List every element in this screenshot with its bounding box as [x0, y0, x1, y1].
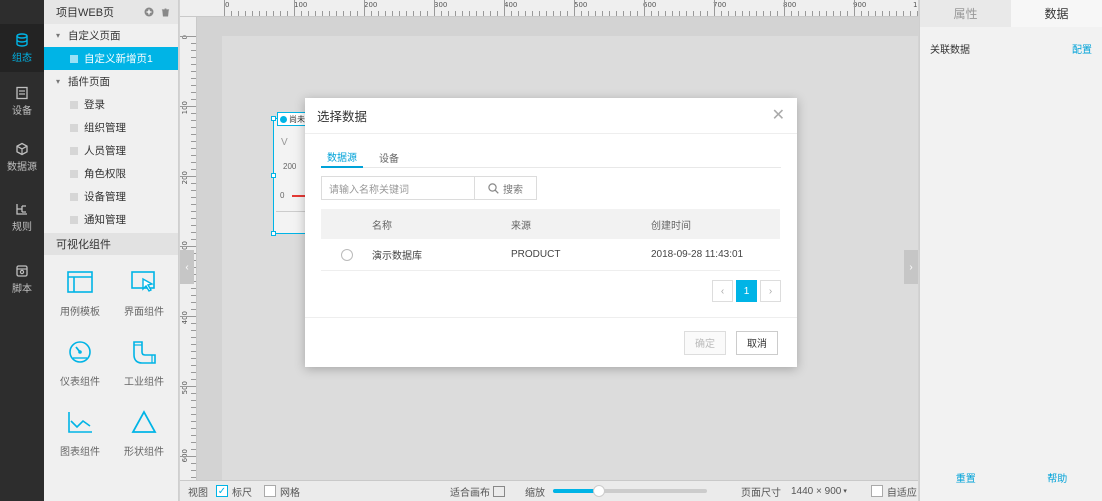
row-radio[interactable] — [340, 248, 353, 261]
cancel-button[interactable]: 取消 — [736, 330, 778, 355]
search-icon — [488, 182, 499, 194]
confirm-button[interactable]: 确定 — [684, 330, 726, 355]
chevron-right-icon: › — [768, 285, 773, 297]
search-bar: 请输入名称关键词 搜索 — [321, 176, 797, 200]
tab-device[interactable]: 设备 — [373, 146, 405, 168]
column-header-name: 名称 — [372, 220, 392, 232]
tab-datasource[interactable]: 数据源 — [321, 146, 363, 168]
close-icon[interactable]: ✕ — [772, 107, 785, 124]
dialog-tabs: 数据源 设备 — [321, 146, 781, 168]
pagination: ‹ 1 › — [305, 280, 781, 302]
next-page-button[interactable]: › — [760, 280, 781, 302]
column-header-created: 创建时间 — [651, 220, 691, 232]
page-button[interactable]: 1 — [736, 280, 757, 302]
cell-source: PRODUCT — [511, 249, 561, 260]
search-button-label: 搜索 — [503, 184, 523, 196]
dialog-title: 选择数据 — [317, 110, 368, 124]
select-data-dialog: 选择数据 ✕ 数据源 设备 请输入名称关键词 搜索 名称 来源 创建时间 演示数… — [305, 98, 797, 367]
dialog-header: 选择数据 ✕ — [305, 98, 797, 134]
prev-page-button[interactable]: ‹ — [712, 280, 733, 302]
cell-created: 2018-09-28 11:43:01 — [651, 249, 744, 260]
cell-name: 演示数据库 — [372, 251, 422, 262]
dialog-footer: 确定 取消 — [305, 317, 797, 367]
column-header-source: 来源 — [511, 220, 531, 232]
chevron-left-icon: ‹ — [720, 285, 725, 297]
search-button[interactable]: 搜索 — [475, 176, 537, 200]
search-input[interactable]: 请输入名称关键词 — [321, 176, 475, 200]
table-row[interactable]: 演示数据库 PRODUCT 2018-09-28 11:43:01 — [321, 239, 780, 271]
datasource-table: 名称 来源 创建时间 演示数据库 PRODUCT 2018-09-28 11:4… — [321, 209, 780, 271]
table-header: 名称 来源 创建时间 — [321, 209, 780, 239]
